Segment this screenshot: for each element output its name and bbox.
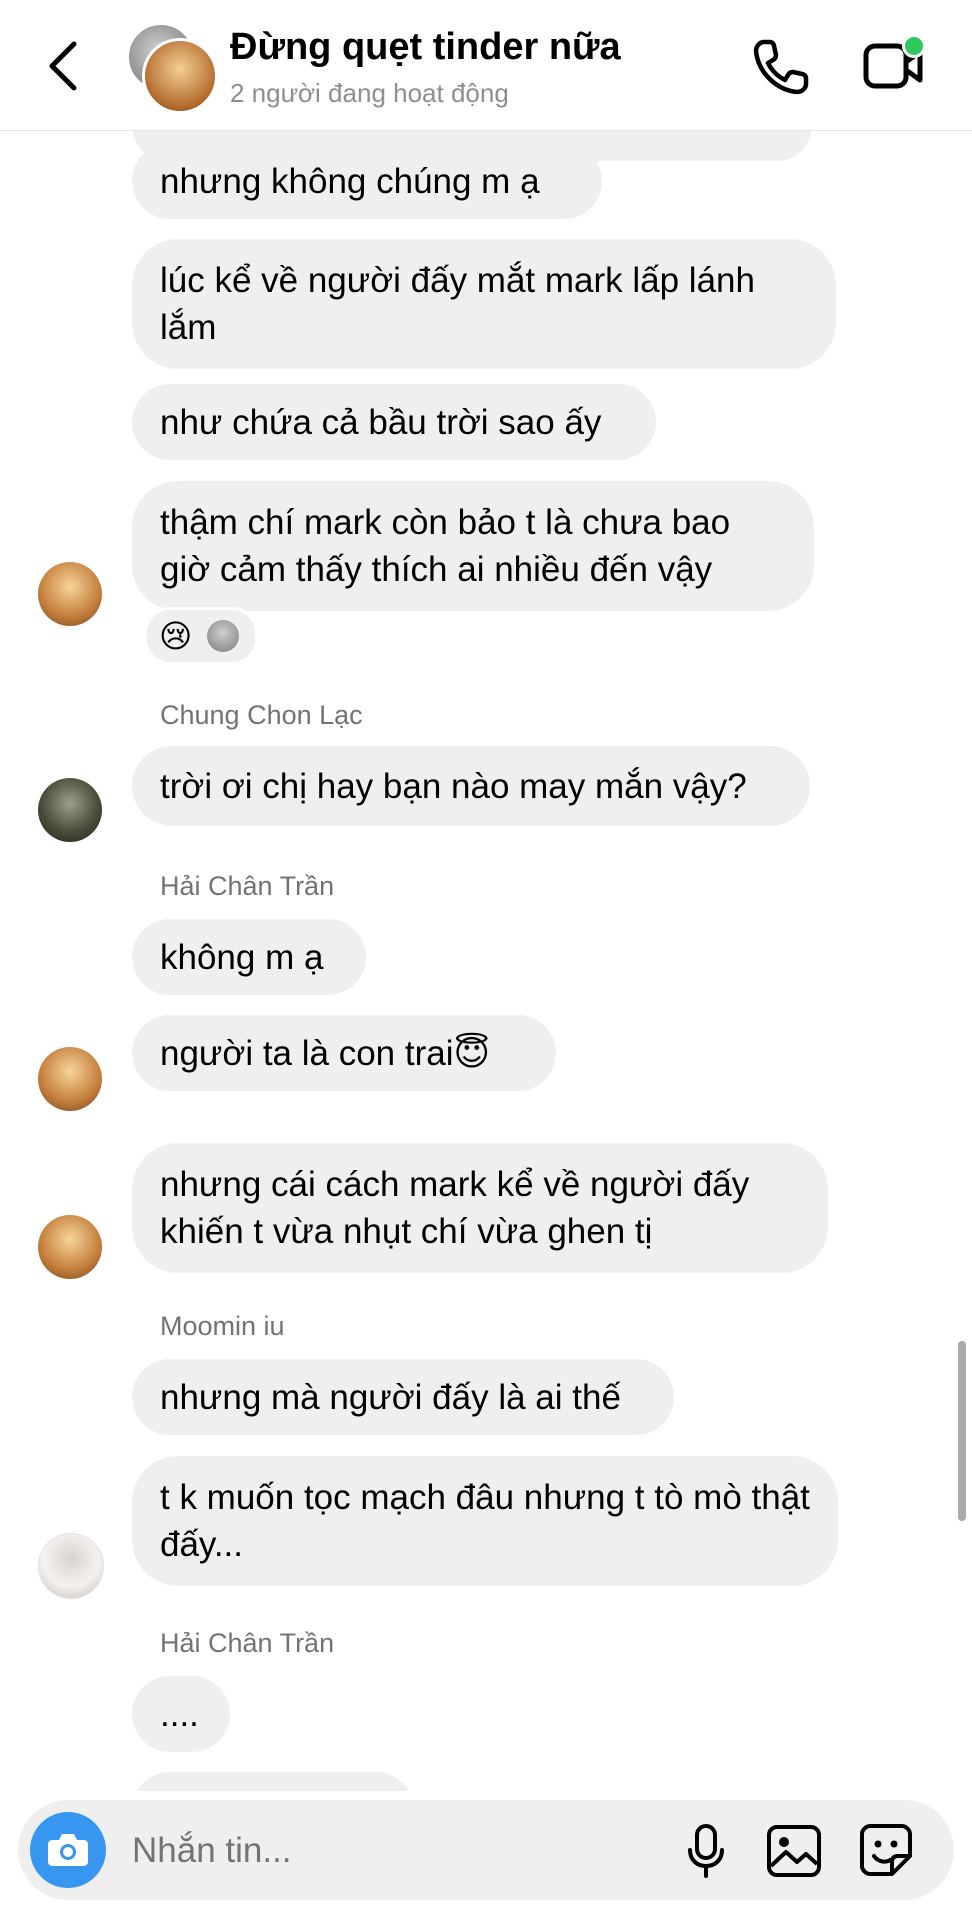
message-input[interactable]	[130, 1820, 654, 1882]
video-call-button[interactable]	[860, 34, 930, 98]
message-text: như chứa cả bầu trời sao ấy	[160, 402, 602, 442]
gallery-icon	[767, 1825, 821, 1877]
message-bubble[interactable]	[132, 1772, 414, 1791]
member-avatar-2	[142, 38, 218, 114]
message-text: nhưng không chúng m ạ	[160, 161, 540, 201]
back-button[interactable]	[36, 30, 96, 100]
message-bubble[interactable]: thậm chí mark còn bảo t là chưa bao giờ …	[132, 481, 814, 611]
sender-name: Hải Chân Trần	[160, 1628, 335, 1658]
conversation-title[interactable]: Đừng quẹt tinder nữa	[230, 26, 621, 69]
message-text: nhưng cái cách mark kể về người đấy khiế…	[160, 1165, 750, 1251]
sticker-button[interactable]	[856, 1820, 916, 1880]
sticker-icon	[860, 1824, 912, 1876]
message-text: ....	[160, 1694, 199, 1734]
scrollbar[interactable]	[958, 1341, 966, 1521]
message-bubble[interactable]: lúc kể về người đấy mắt mark lấp lánh lắ…	[132, 239, 836, 369]
message-composer	[18, 1800, 954, 1900]
reactor-avatar	[207, 620, 239, 652]
message-bubble[interactable]: nhưng mà người đấy là ai thế	[132, 1359, 674, 1435]
message-bubble[interactable]: ....	[132, 1676, 230, 1752]
message-list[interactable]: nhưng không chúng m ạ lúc kể về người đấ…	[0, 131, 972, 1791]
group-avatar[interactable]	[126, 22, 218, 114]
message-bubble[interactable]: nhưng cái cách mark kể về người đấy khiế…	[132, 1143, 828, 1273]
message-bubble[interactable]: như chứa cả bầu trời sao ấy	[132, 384, 656, 460]
message-bubble[interactable]: trời ơi chị hay bạn nào may mắn vậy?	[132, 746, 810, 826]
chat-header: Đừng quẹt tinder nữa 2 người đang hoạt đ…	[0, 0, 972, 131]
message-text: t k muốn tọc mạch đâu nhưng t tò mò thật…	[160, 1478, 810, 1564]
sender-name: Hải Chân Trần	[160, 871, 335, 901]
sender-avatar[interactable]	[38, 562, 102, 626]
message-text: lúc kể về người đấy mắt mark lấp lánh lắ…	[160, 261, 755, 347]
message-bubble[interactable]: nhưng không chúng m ạ	[132, 143, 602, 219]
voice-message-button[interactable]	[678, 1822, 734, 1880]
active-status: 2 người đang hoạt động	[230, 78, 509, 108]
camera-icon	[48, 1834, 88, 1866]
message-bubble[interactable]: người ta là con trai😇	[132, 1015, 556, 1091]
online-indicator	[902, 34, 926, 58]
camera-button[interactable]	[30, 1812, 106, 1888]
message-text: thậm chí mark còn bảo t là chưa bao giờ …	[160, 503, 731, 589]
back-arrow-icon	[49, 41, 77, 91]
message-bubble[interactable]: t k muốn tọc mạch đâu nhưng t tò mò thật…	[132, 1456, 838, 1586]
message-text: nhưng mà người đấy là ai thế	[160, 1377, 621, 1417]
phone-icon	[753, 39, 809, 95]
message-reactions[interactable]: 😢	[144, 607, 258, 665]
message-bubble[interactable]: không m ạ	[132, 919, 366, 995]
message-text: trời ơi chị hay bạn nào may mắn vậy?	[160, 766, 747, 806]
sender-avatar[interactable]	[38, 1047, 102, 1111]
sender-name: Chung Chon Lạc	[160, 700, 363, 730]
microphone-icon	[688, 1824, 724, 1878]
sender-avatar[interactable]	[38, 1215, 102, 1279]
crying-face-icon: 😢	[159, 618, 193, 654]
audio-call-button[interactable]	[750, 34, 814, 98]
message-text: người ta là con trai😇	[160, 1033, 490, 1073]
sender-avatar[interactable]	[38, 1533, 104, 1599]
sender-avatar[interactable]	[38, 778, 102, 842]
sender-name: Moomin iu	[160, 1311, 285, 1341]
message-text: không m ạ	[160, 937, 324, 977]
gallery-button[interactable]	[764, 1822, 824, 1880]
